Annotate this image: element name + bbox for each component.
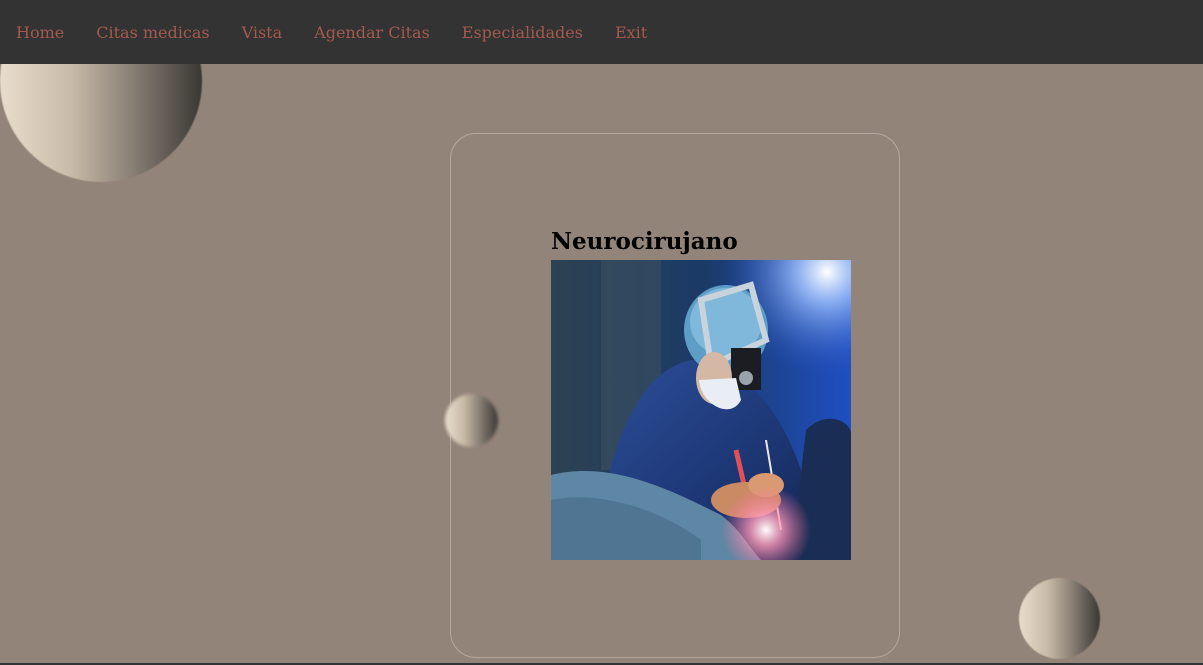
decorative-sphere-small	[445, 394, 498, 447]
nav-link-exit[interactable]: Exit	[615, 23, 647, 42]
nav-link-especialidades[interactable]: Especialidades	[462, 23, 583, 42]
nav-link-vista[interactable]: Vista	[242, 23, 283, 42]
nav-link-home[interactable]: Home	[16, 23, 64, 42]
card-title: Neurocirujano	[551, 228, 738, 255]
neurosurgeon-photo	[551, 260, 851, 560]
decorative-sphere-bottom	[1019, 578, 1100, 659]
nav-link-citas-medicas[interactable]: Citas medicas	[96, 23, 209, 42]
top-navbar: Home Citas medicas Vista Agendar Citas E…	[0, 0, 1203, 64]
nav-link-agendar-citas[interactable]: Agendar Citas	[314, 23, 430, 42]
specialty-card: Neurocirujano	[450, 133, 900, 658]
